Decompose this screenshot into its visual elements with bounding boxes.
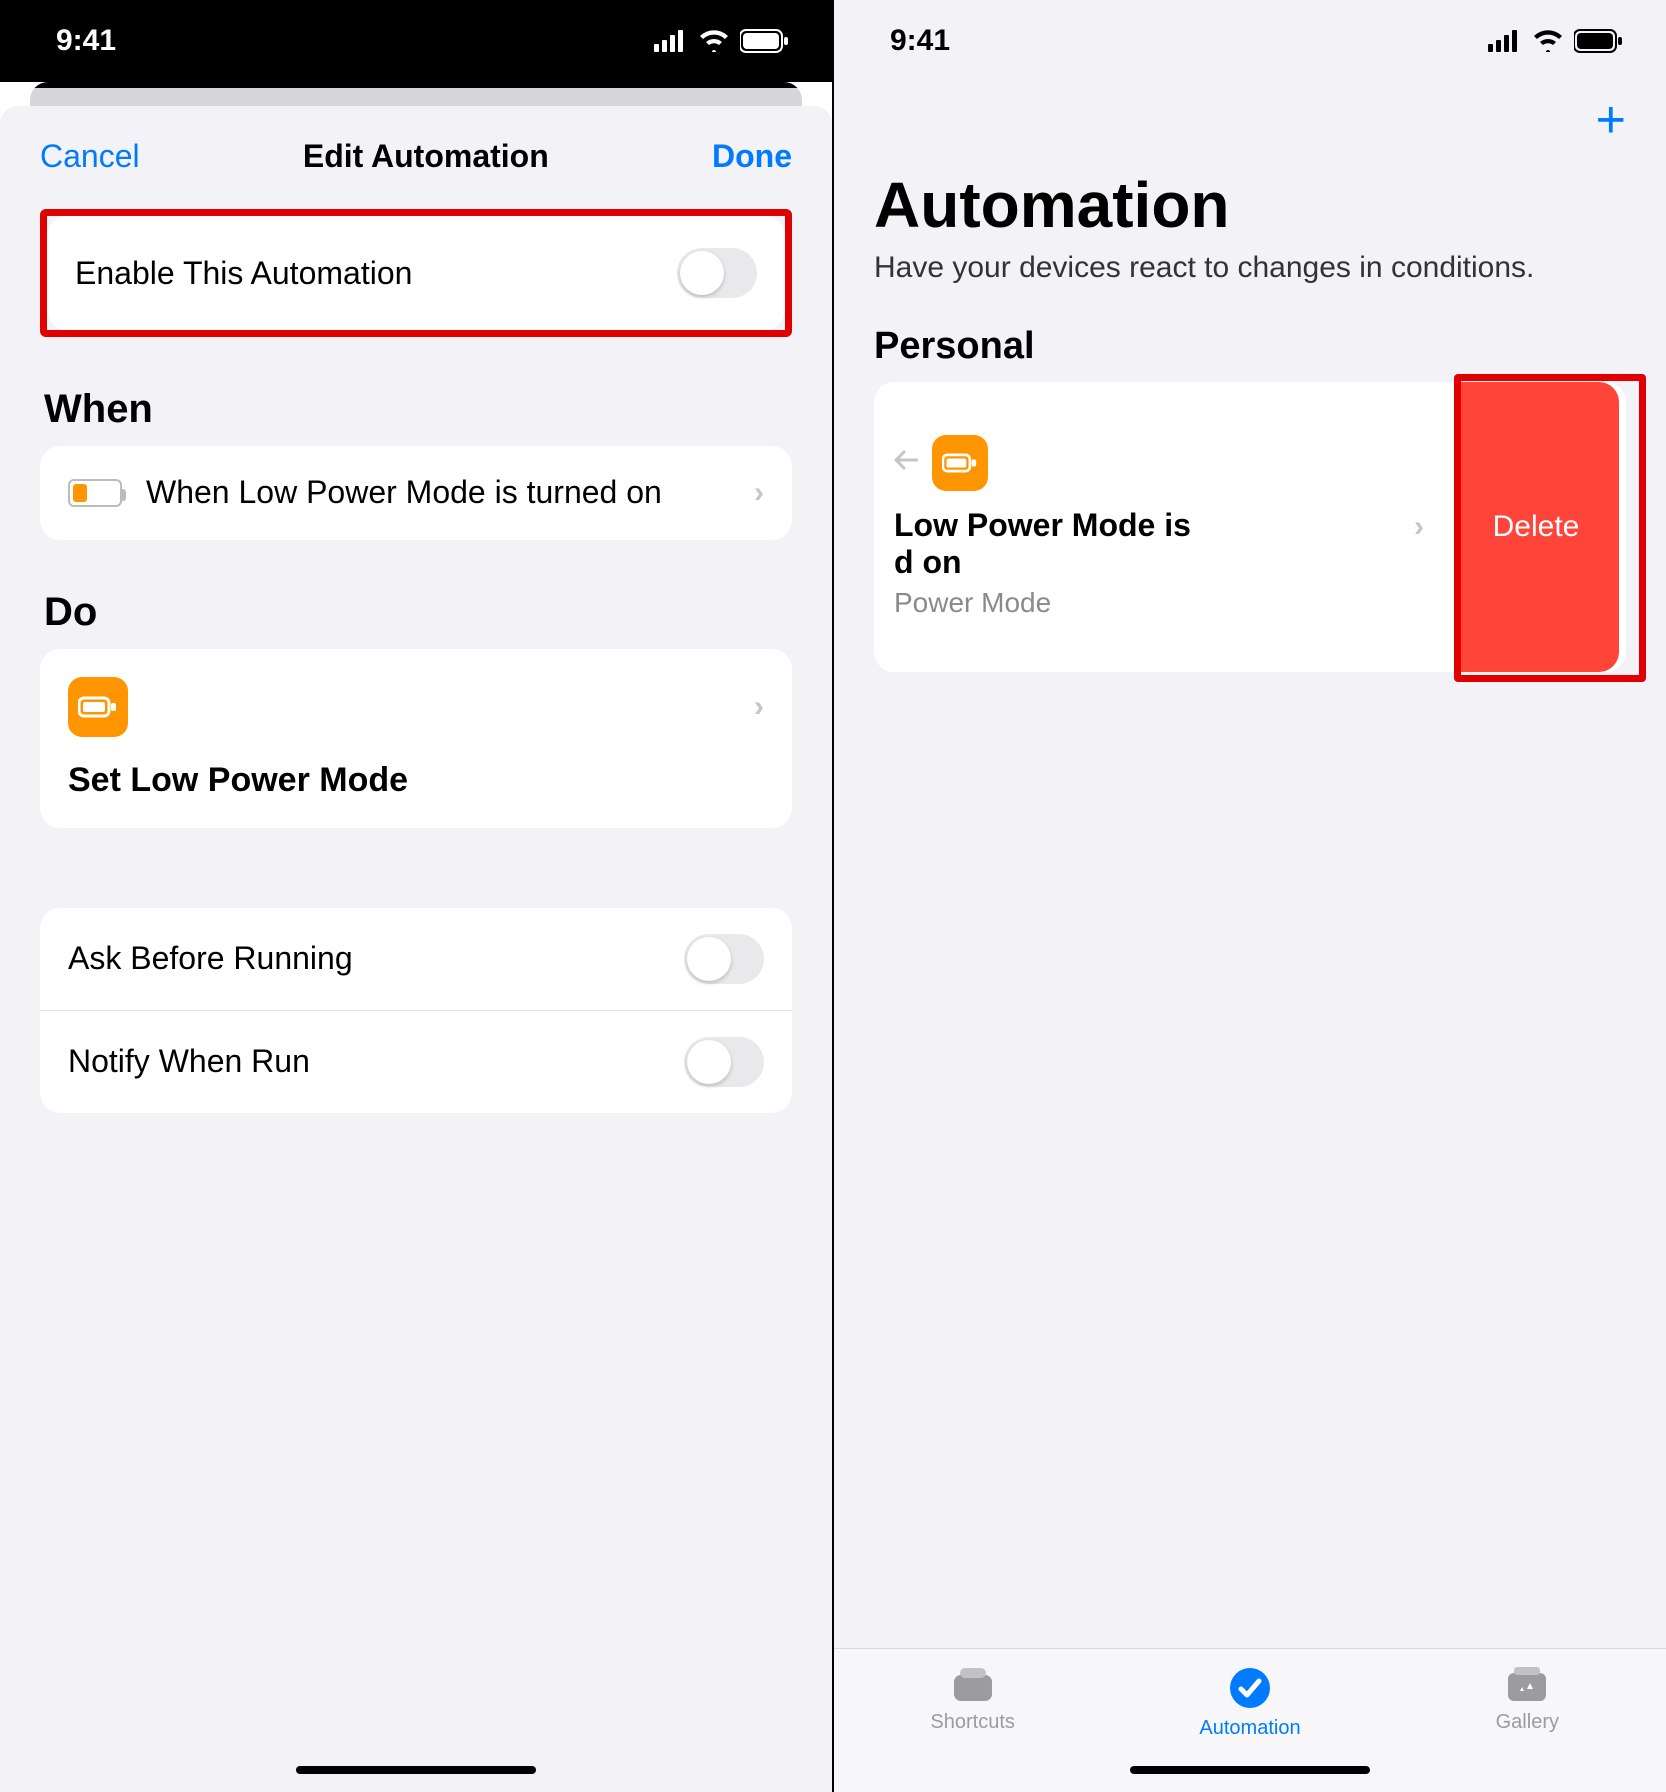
status-time: 9:41 [56,24,116,58]
wifi-icon [1532,30,1564,52]
status-icons [654,29,790,53]
cancel-button[interactable]: Cancel [40,138,140,175]
automation-icon [1227,1665,1273,1711]
cellular-icon [1488,30,1522,52]
edit-automation-sheet: Cancel Edit Automation Done Enable This … [0,106,832,1792]
enable-highlight-box: Enable This Automation [40,209,792,337]
cellular-icon [654,30,688,52]
home-indicator[interactable] [1130,1766,1370,1774]
ask-before-running-row[interactable]: Ask Before Running [40,908,792,1011]
sheet-title: Edit Automation [303,138,549,175]
battery-app-icon [68,677,128,737]
page-subtitle: Have your devices react to changes in co… [834,248,1666,325]
page-title: Automation [834,150,1666,248]
enable-automation-row[interactable]: Enable This Automation [47,216,785,330]
when-section-header: When [44,387,792,432]
tab-automation[interactable]: Automation [1165,1665,1335,1740]
status-time: 9:41 [890,24,950,58]
battery-app-icon [932,435,988,491]
ask-before-running-label: Ask Before Running [68,940,684,977]
do-action-label: Set Low Power Mode [68,761,764,800]
ask-before-running-toggle[interactable] [684,934,764,984]
chevron-right-icon: › [1414,510,1424,544]
done-button[interactable]: Done [712,138,792,175]
chevron-right-icon: › [754,690,764,724]
gallery-icon [1502,1665,1552,1705]
item-text-line1: Low Power Mode is [894,507,1426,544]
status-icons [1488,29,1624,53]
low-battery-icon [68,479,122,507]
enable-automation-label: Enable This Automation [75,255,677,292]
do-action-row[interactable]: › Set Low Power Mode [40,649,792,828]
notify-when-run-label: Notify When Run [68,1043,684,1080]
sheet-navbar: Cancel Edit Automation Done [0,106,832,209]
tab-automation-label: Automation [1199,1717,1300,1740]
add-automation-button[interactable]: + [1596,94,1626,146]
do-section-header: Do [44,590,792,635]
tab-gallery-label: Gallery [1496,1711,1559,1734]
chevron-right-icon: › [754,476,764,510]
when-trigger-text: When Low Power Mode is turned on [146,472,742,514]
home-indicator[interactable] [296,1766,536,1774]
shortcuts-icon [948,1665,998,1705]
delete-button[interactable]: Delete [1454,382,1619,672]
automation-list-item[interactable]: Low Power Mode is d on Power Mode › Dele… [874,382,1626,672]
battery-icon [740,29,790,53]
status-bar-right: 9:41 [834,0,1666,82]
delete-button-label: Delete [1493,510,1580,544]
when-trigger-row[interactable]: When Low Power Mode is turned on › [40,446,792,540]
tab-shortcuts-label: Shortcuts [930,1711,1014,1734]
right-phone-screenshot: 9:41 + Automation Have your devices reac… [834,0,1666,1792]
left-phone-screenshot: 9:41 Cancel Edit Automation Done Enable … [0,0,832,1792]
enable-automation-toggle[interactable] [677,248,757,298]
item-text-line3: Power Mode [894,587,1426,619]
item-text-line2: d on [894,544,1426,581]
battery-icon [1574,29,1624,53]
status-bar-left: 9:41 [0,0,832,82]
swipe-arrow-icon [894,449,918,476]
notify-when-run-toggle[interactable] [684,1037,764,1087]
notify-when-run-row[interactable]: Notify When Run [40,1011,792,1113]
wifi-icon [698,30,730,52]
section-header-personal: Personal [834,325,1666,382]
tab-gallery[interactable]: Gallery [1442,1665,1612,1734]
tab-shortcuts[interactable]: Shortcuts [888,1665,1058,1734]
